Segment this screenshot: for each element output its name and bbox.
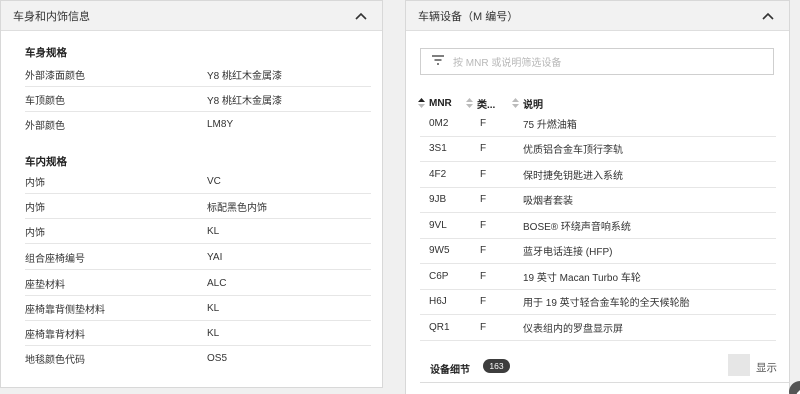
- spec-value: ALC: [207, 277, 227, 289]
- spec-value: Y8 桃红木金属漆: [207, 95, 283, 107]
- spec-row: 外部颜色 LM8Y: [25, 112, 371, 137]
- sort-icon: [512, 98, 519, 108]
- equipment-mnr: 0M2: [429, 117, 449, 129]
- equipment-type: F: [480, 296, 487, 308]
- column-header-mnr[interactable]: MNR: [418, 96, 452, 110]
- equipment-details-label: 设备细节: [430, 365, 470, 376]
- equipment-mnr: 4F2: [429, 168, 447, 180]
- spec-key: 座垫材料: [25, 279, 65, 291]
- equipment-desc: 75 升燃油箱: [523, 119, 577, 131]
- equipment-row[interactable]: QR1 F 仪表组内的罗盘显示屏: [420, 315, 776, 341]
- body-spec-title: 车身规格: [25, 47, 67, 59]
- spec-value: 标配黑色内饰: [207, 202, 267, 214]
- equipment-mnr: QR1: [429, 321, 450, 333]
- equipment-desc: 保时捷免钥匙进入系统: [523, 170, 623, 182]
- spec-key: 地毯颜色代码: [25, 355, 85, 366]
- sort-icon: [418, 98, 425, 108]
- equipment-mnr: 9JB: [429, 194, 447, 206]
- body-interior-title: 车身和内饰信息: [13, 10, 90, 23]
- spec-row: 座椅靠背侧垫材料 KL: [25, 296, 371, 321]
- equipment-desc: 优质铝合金车顶行李轨: [523, 145, 623, 157]
- show-details-label: 显示: [756, 362, 777, 374]
- equipment-row[interactable]: 9W5 F 蓝牙电话连接 (HFP): [420, 239, 776, 264]
- divider: [420, 382, 790, 383]
- column-header-desc[interactable]: 说明: [512, 96, 543, 111]
- equipment-mnr: H6J: [429, 296, 447, 308]
- equipment-row[interactable]: 0M2 F 75 升燃油箱: [420, 111, 776, 137]
- spec-value: Y8 桃红木金属漆: [207, 70, 283, 82]
- spec-key: 外部颜色: [25, 121, 65, 132]
- equipment-row[interactable]: H6J F 用于 19 英寸轻合金车轮的全天候轮胎: [420, 290, 776, 315]
- spec-key: 外部漆面颜色: [25, 70, 85, 82]
- spec-row: 组合座椅编号 YAI: [25, 245, 371, 270]
- show-details-toggle[interactable]: [728, 354, 750, 376]
- equipment-mnr: 9VL: [429, 219, 447, 231]
- chevron-up-icon[interactable]: [352, 7, 370, 25]
- spec-key: 内饰: [25, 227, 45, 239]
- equipment-mnr: 9W5: [429, 245, 450, 257]
- spec-row: 外部漆面颜色 Y8 桃红木金属漆: [25, 62, 371, 87]
- equipment-type: F: [480, 321, 487, 333]
- filter-icon: [431, 55, 445, 68]
- equipment-row[interactable]: 9JB F 吸烟者套装: [420, 188, 776, 213]
- equipment-type: F: [480, 219, 487, 231]
- equipment-type: F: [480, 245, 487, 257]
- equipment-desc: 19 英寸 Macan Turbo 车轮: [523, 272, 641, 284]
- spec-value: KL: [207, 327, 220, 339]
- vehicle-equipment-panel: 车辆设备（M 编号） 按 MNR 或说明筛选设备 MNR 类... 说明 0M2…: [405, 0, 790, 394]
- spec-row: 车顶颜色 Y8 桃红木金属漆: [25, 87, 371, 112]
- body-interior-panel: 车身和内饰信息 车身规格 外部漆面颜色 Y8 桃红木金属漆 车顶颜色 Y8 桃红…: [0, 0, 383, 388]
- equipment-row[interactable]: 3S1 F 优质铝合金车顶行李轨: [420, 137, 776, 162]
- spec-row: 内饰 KL: [25, 219, 371, 244]
- spec-row: 内饰 标配黑色内饰: [25, 194, 371, 219]
- spec-key: 组合座椅编号: [25, 253, 85, 265]
- vehicle-equipment-title: 车辆设备（M 编号）: [418, 10, 519, 23]
- equipment-filter-placeholder: 按 MNR 或说明筛选设备: [453, 58, 562, 69]
- spec-key: 内饰: [25, 202, 45, 214]
- spec-key: 座椅靠背侧垫材料: [25, 304, 105, 316]
- column-header-type-label: 类...: [477, 99, 496, 111]
- spec-key: 车顶颜色: [25, 95, 65, 107]
- spec-row: 地毯颜色代码 OS5: [25, 346, 371, 371]
- spec-value: OS5: [207, 353, 228, 364]
- interior-spec-title: 车内规格: [25, 156, 67, 168]
- equipment-type: F: [480, 168, 487, 180]
- equipment-type: F: [480, 270, 487, 282]
- spec-value: YAI: [207, 251, 223, 263]
- equipment-desc: 用于 19 英寸轻合金车轮的全天候轮胎: [523, 298, 690, 310]
- chevron-up-icon[interactable]: [759, 7, 777, 25]
- spec-value: LM8Y: [207, 119, 234, 130]
- edit-icon[interactable]: [789, 381, 800, 394]
- equipment-desc: 蓝牙电话连接 (HFP): [523, 247, 613, 259]
- spec-row: 座垫材料 ALC: [25, 271, 371, 296]
- spec-row: 内饰 VC: [25, 169, 371, 194]
- equipment-type: F: [480, 194, 487, 206]
- equipment-count-badge: 163: [483, 359, 510, 373]
- body-interior-header[interactable]: 车身和内饰信息: [1, 1, 382, 31]
- equipment-desc: 吸烟者套装: [523, 196, 573, 208]
- equipment-row[interactable]: 9VL F BOSE® 环绕声音响系统: [420, 213, 776, 239]
- equipment-desc: BOSE® 环绕声音响系统: [523, 221, 631, 233]
- equipment-mnr: 3S1: [429, 143, 447, 155]
- vehicle-equipment-header[interactable]: 车辆设备（M 编号）: [406, 1, 789, 31]
- column-header-desc-label: 说明: [523, 99, 543, 111]
- equipment-row[interactable]: C6P F 19 英寸 Macan Turbo 车轮: [420, 264, 776, 290]
- spec-value: KL: [207, 302, 220, 314]
- equipment-type: F: [480, 143, 487, 155]
- spec-value: KL: [207, 225, 220, 237]
- equipment-mnr: C6P: [429, 270, 449, 282]
- equipment-desc: 仪表组内的罗盘显示屏: [523, 323, 623, 335]
- spec-value: VC: [207, 175, 221, 187]
- equipment-filter-input[interactable]: 按 MNR 或说明筛选设备: [420, 48, 774, 75]
- column-header-mnr-label: MNR: [429, 97, 452, 109]
- equipment-row[interactable]: 4F2 F 保时捷免钥匙进入系统: [420, 162, 776, 188]
- spec-key: 座椅靠背材料: [25, 329, 85, 341]
- spec-key: 内饰: [25, 177, 45, 189]
- sort-icon: [466, 98, 473, 108]
- spec-row: 座椅靠背材料 KL: [25, 321, 371, 346]
- equipment-type: F: [480, 117, 487, 129]
- column-header-type[interactable]: 类...: [466, 96, 496, 111]
